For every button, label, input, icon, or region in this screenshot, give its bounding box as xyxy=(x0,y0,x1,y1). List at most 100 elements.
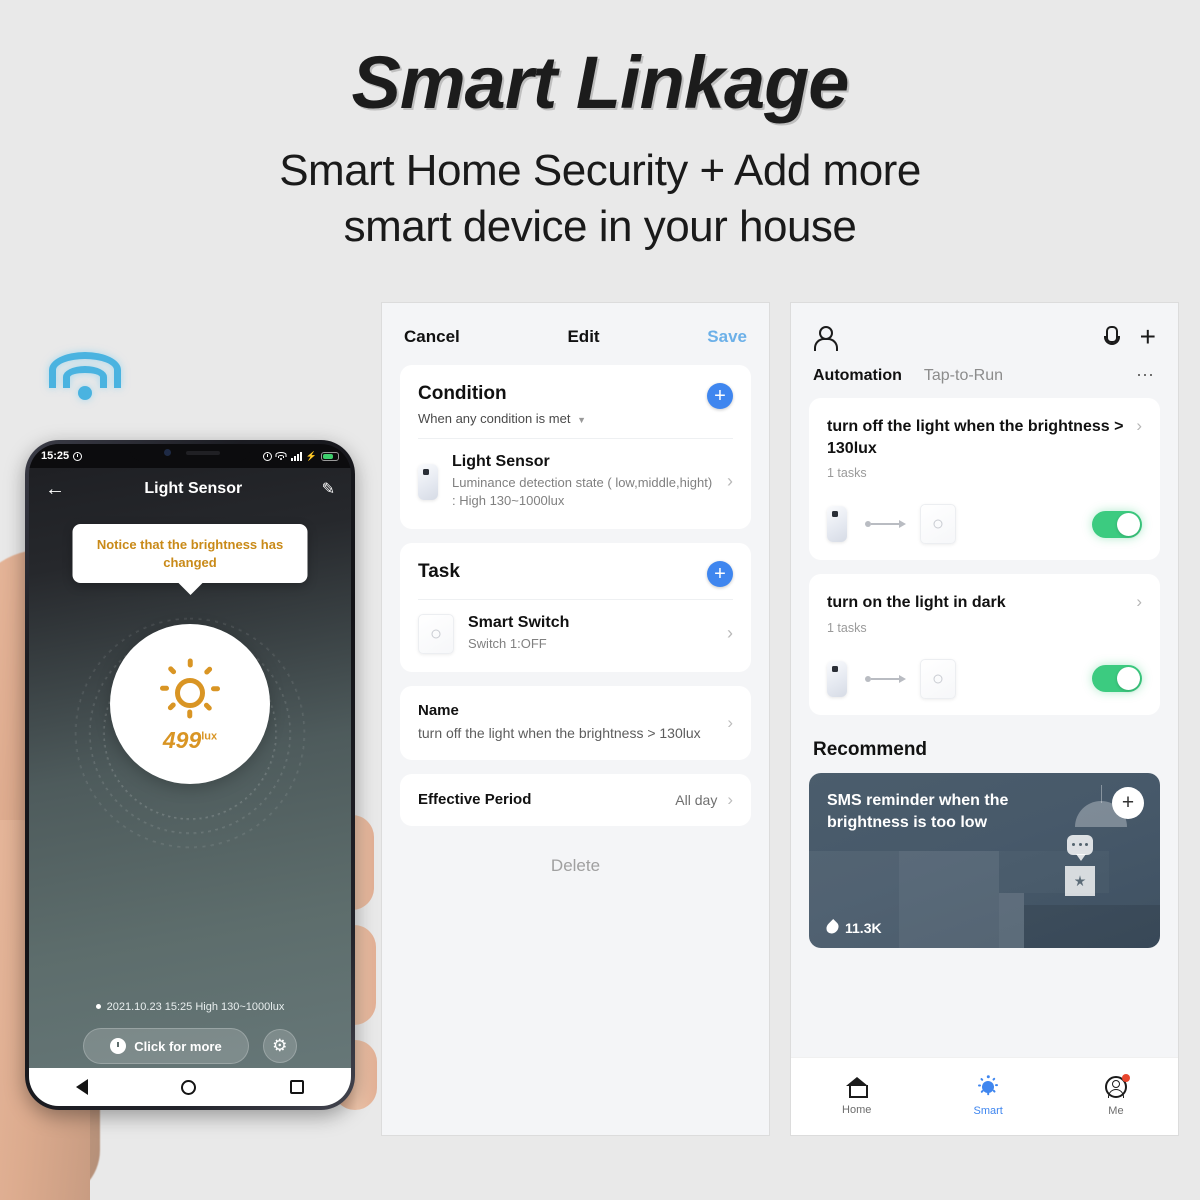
tab-tap-to-run[interactable]: Tap-to-Run xyxy=(924,367,1003,385)
condition-item-title: Light Sensor xyxy=(452,453,550,470)
earpiece-speaker xyxy=(186,451,220,455)
chevron-right-icon: › xyxy=(727,789,733,809)
microphone-icon[interactable] xyxy=(1102,326,1120,348)
light-sensor-device-icon xyxy=(827,660,847,697)
person-icon[interactable] xyxy=(813,326,838,351)
flame-icon xyxy=(824,919,841,937)
chevron-right-icon: › xyxy=(1136,416,1142,435)
condition-item-detail: Luminance detection state ( low,middle,h… xyxy=(452,475,713,509)
smart-icon xyxy=(977,1075,999,1098)
click-for-more-label: Click for more xyxy=(134,1038,222,1054)
click-for-more-button[interactable]: Click for more xyxy=(83,1028,249,1064)
sun-icon xyxy=(158,658,222,725)
phone-page-title: Light Sensor xyxy=(144,480,243,497)
recommend-card-title: SMS reminder when the brightness is too … xyxy=(827,791,1009,832)
nav-item-me[interactable]: Me xyxy=(1104,1074,1130,1117)
add-task-button[interactable]: + xyxy=(707,560,733,587)
recents-square-icon[interactable] xyxy=(290,1080,305,1094)
subtitle-line-1: Smart Home Security + Add more xyxy=(279,146,921,195)
status-left: 15:25 xyxy=(41,450,83,462)
smart-tabs: Automation Tap-to-Run ⋯ xyxy=(791,351,1178,398)
condition-mode-label: When any condition is met xyxy=(418,411,571,426)
chevron-right-icon: › xyxy=(727,471,733,492)
status-time: 15:25 xyxy=(41,450,70,462)
more-dots-icon[interactable]: ⋯ xyxy=(1136,365,1156,386)
effective-period-label: Effective Period xyxy=(418,791,532,808)
task-item[interactable]: Smart Switch Switch 1:OFF › xyxy=(400,600,751,672)
recommend-popularity: 11.3K xyxy=(824,919,882,937)
effective-period-field[interactable]: Effective Period All day › xyxy=(400,773,751,826)
automation-title: turn off the light when the brightness >… xyxy=(827,418,1124,457)
recommend-card[interactable]: SMS reminder when the brightness is too … xyxy=(809,772,1160,948)
effective-period-value: All day xyxy=(675,791,718,808)
wifi-icon xyxy=(275,451,287,461)
page-title: Smart Linkage xyxy=(351,41,850,124)
phone-screen: 15:25 ⚡ ← Light Sensor ✎ Notice that the… xyxy=(29,444,351,1106)
condition-heading: Condition xyxy=(418,383,507,404)
page-root: Smart Linkage Smart Home Security + Add … xyxy=(0,0,1200,1200)
condition-mode-selector[interactable]: When any condition is met ▼ xyxy=(418,411,586,426)
phone-action-row: Click for more ⚙ xyxy=(29,1028,351,1064)
wifi-signal-icon xyxy=(48,352,122,404)
bolt-icon: ⚡ xyxy=(305,450,317,461)
back-triangle-icon[interactable] xyxy=(75,1079,88,1095)
task-card: Task + Smart Switch Switch 1:OFF › xyxy=(400,542,751,672)
lux-readout: 499lux xyxy=(163,727,217,754)
sms-bubble-icon xyxy=(1067,834,1093,861)
promo-header: Smart Linkage Smart Home Security + Add … xyxy=(0,0,1200,256)
add-recommend-button[interactable]: + xyxy=(1112,786,1144,819)
phone-device: 15:25 ⚡ ← Light Sensor ✎ Notice that the… xyxy=(25,440,355,1110)
automation-task-count: 1 tasks xyxy=(827,466,867,481)
nav-item-home[interactable]: Home xyxy=(842,1077,871,1116)
nav-item-smart[interactable]: Smart xyxy=(973,1075,1003,1117)
signal-icon xyxy=(290,451,302,461)
sun-core xyxy=(175,677,205,708)
brightness-dial-area: Notice that the brightness has changed 4… xyxy=(29,524,351,884)
front-camera-icon xyxy=(164,449,171,456)
plus-icon[interactable]: + xyxy=(1140,323,1156,351)
hand-holding-phone: 15:25 ⚡ ← Light Sensor ✎ Notice that the… xyxy=(0,400,380,1200)
tab-automation[interactable]: Automation xyxy=(813,367,902,385)
phone-footer: 2021.10.23 15:25 High 130~1000lux Click … xyxy=(29,996,351,1064)
home-icon xyxy=(845,1077,869,1098)
save-button[interactable]: Save xyxy=(707,327,747,347)
name-field[interactable]: Name turn off the light when the brightn… xyxy=(400,685,751,760)
automation-card[interactable]: turn off the light when the brightness >… xyxy=(809,398,1160,561)
condition-card: Condition When any condition is met ▼ + … xyxy=(400,365,751,529)
automation-edit-screen: Cancel Edit Save Condition When any cond… xyxy=(381,302,770,1136)
automation-toggle[interactable] xyxy=(1092,665,1142,693)
cancel-button[interactable]: Cancel xyxy=(404,327,460,347)
arrow-right-icon xyxy=(865,520,906,529)
gear-icon[interactable]: ⚙ xyxy=(262,1029,297,1063)
smart-switch-device-icon xyxy=(418,613,454,654)
pencil-icon[interactable]: ✎ xyxy=(322,479,335,499)
name-field-value: turn off the light when the brightness >… xyxy=(418,724,701,741)
task-heading: Task xyxy=(418,560,460,582)
page-subtitle: Smart Home Security + Add more smart dev… xyxy=(0,143,1200,256)
alarm-icon xyxy=(73,451,83,461)
automation-toggle[interactable] xyxy=(1092,510,1142,538)
brightness-sensor-icon xyxy=(1065,865,1095,896)
phone-app-navbar: ← Light Sensor ✎ xyxy=(29,468,351,510)
brightness-dial[interactable]: 499lux xyxy=(110,624,270,784)
name-field-label: Name xyxy=(418,701,459,719)
phone-notch xyxy=(130,444,250,461)
back-arrow-icon[interactable]: ← xyxy=(45,479,65,499)
home-circle-icon[interactable] xyxy=(181,1079,197,1095)
subtitle-line-2: smart device in your house xyxy=(343,202,857,252)
add-condition-button[interactable]: + xyxy=(707,383,733,409)
lux-value: 499 xyxy=(162,726,202,753)
task-header: Task + xyxy=(400,543,751,599)
task-item-title: Smart Switch xyxy=(468,614,570,632)
status-right: ⚡ xyxy=(262,450,339,462)
lux-unit: lux xyxy=(201,729,218,742)
arrow-right-icon xyxy=(865,674,906,683)
automation-task-count: 1 tasks xyxy=(827,620,867,635)
sensor-log-entry: 2021.10.23 15:25 High 130~1000lux xyxy=(95,1001,284,1013)
delete-button[interactable]: Delete xyxy=(382,840,769,892)
recommend-count: 11.3K xyxy=(845,919,882,936)
notification-badge xyxy=(1121,1074,1130,1082)
automation-card[interactable]: turn on the light in dark › 1 tasks xyxy=(809,574,1160,715)
recommend-heading: Recommend xyxy=(813,738,928,760)
condition-item[interactable]: Light Sensor Luminance detection state (… xyxy=(400,439,751,529)
